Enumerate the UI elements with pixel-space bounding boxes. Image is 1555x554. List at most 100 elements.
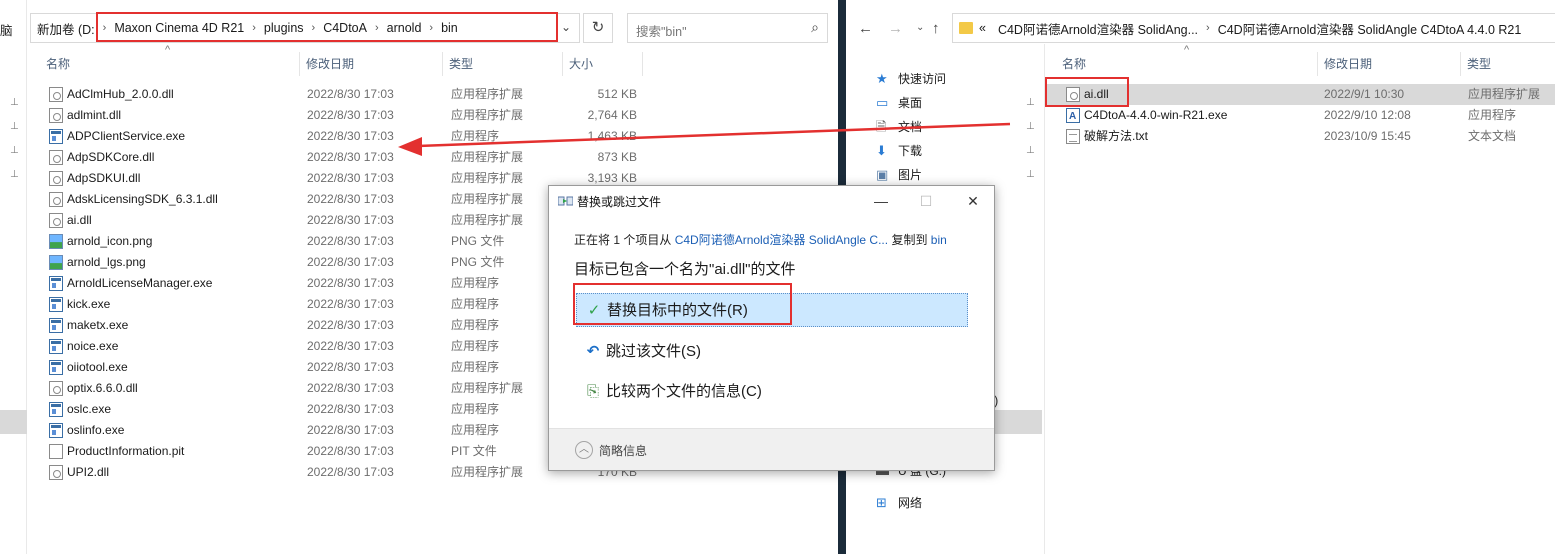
file-size: 873 KB <box>597 150 637 164</box>
chevron-right-icon[interactable]: › <box>101 22 109 34</box>
search-icon[interactable]: ⌕ <box>811 19 819 36</box>
download-icon: ⬇ <box>876 143 887 158</box>
file-name: 破解方法.txt <box>1084 129 1149 143</box>
forward-arrow-icon[interactable]: → <box>888 20 903 37</box>
document-icon: 🗎 <box>876 119 887 134</box>
recent-dropdown-icon[interactable]: ⌄ <box>916 22 924 33</box>
source-folder-link[interactable]: C4D阿诺德Arnold渲染器 SolidAngle C... <box>675 233 888 247</box>
pane-separator <box>1044 44 1045 554</box>
pictures-icon: ▣ <box>876 167 889 182</box>
breadcrumb-drive[interactable]: 新加卷 (D: <box>31 19 101 38</box>
up-arrow-icon[interactable]: ↑ <box>932 20 940 37</box>
file-type: 应用程序 <box>451 297 500 311</box>
breadcrumb-parent[interactable]: C4D阿诺德Arnold渲染器 SolidAng... <box>992 19 1204 38</box>
skip-option-label: 跳过该文件(S) <box>606 343 701 360</box>
chevron-right-icon[interactable]: › <box>250 22 258 34</box>
breadcrumb-arnold[interactable]: arnold <box>381 21 428 35</box>
col-name[interactable]: 名称 <box>1056 52 1318 76</box>
file-date: 2022/8/30 17:03 <box>307 234 394 248</box>
txt-file-icon <box>1066 129 1080 144</box>
file-row[interactable]: C4DtoA-4.4.0-win-R21.exe 2022/9/10 12:08 应… <box>1046 105 1555 127</box>
file-name: oslc.exe <box>67 402 112 416</box>
skip-option[interactable]: ↶ 跳过该文件(S) <box>576 335 968 369</box>
file-type: 应用程序 <box>1468 108 1517 122</box>
file-name: maketx.exe <box>67 318 129 332</box>
search-box[interactable]: 搜索"bin" ⌕ <box>627 13 828 43</box>
pin-icon[interactable]: ⊥ <box>1026 146 1036 156</box>
file-date: 2022/8/30 17:03 <box>307 87 394 101</box>
file-date: 2022/8/30 17:03 <box>307 192 394 206</box>
breadcrumb-maxon[interactable]: Maxon Cinema 4D R21 <box>108 21 250 35</box>
minimize-button[interactable]: — <box>866 189 896 213</box>
dll-file-icon <box>49 465 63 480</box>
destination-folder-link[interactable]: bin <box>931 233 947 247</box>
breadcrumb-prefix[interactable]: « <box>973 21 992 35</box>
file-row[interactable]: 破解方法.txt 2023/10/9 15:45 文本文档 <box>1046 126 1555 147</box>
file-name: ai.dll <box>1084 87 1109 101</box>
file-name: ProductInformation.pit <box>67 444 185 458</box>
replace-option[interactable]: ✓ 替换目标中的文件(R) <box>576 293 968 327</box>
file-date: 2022/8/30 17:03 <box>307 465 394 479</box>
breadcrumb-bin[interactable]: bin <box>435 21 464 35</box>
address-bar[interactable]: « C4D阿诺德Arnold渲染器 SolidAng... › C4D阿诺德Ar… <box>952 13 1555 43</box>
pin-icon[interactable]: ⊥ <box>1026 122 1036 132</box>
file-date: 2022/8/30 17:03 <box>307 402 394 416</box>
file-row[interactable]: ai.dll 2022/9/1 10:30 应用程序扩展 <box>1046 84 1555 105</box>
chevron-right-icon[interactable]: › <box>310 22 318 34</box>
file-type: 应用程序扩展 <box>451 87 524 101</box>
file-type: 应用程序 <box>451 402 500 416</box>
breadcrumb-plugins[interactable]: plugins <box>258 21 310 35</box>
compare-option-label: 比较两个文件的信息(C) <box>606 383 762 400</box>
file-date: 2022/8/30 17:03 <box>307 108 394 122</box>
pin-icon[interactable]: ⊥ <box>1026 98 1036 108</box>
file-date: 2022/8/30 17:03 <box>307 297 394 311</box>
chevron-right-icon[interactable]: › <box>427 22 435 34</box>
col-type[interactable]: 类型 <box>1461 52 1555 76</box>
collapse-chevron-icon[interactable]: ︿ <box>575 441 593 459</box>
file-name: AdpSDKUI.dll <box>67 171 141 185</box>
breadcrumb-current[interactable]: C4D阿诺德Arnold渲染器 SolidAngle C4DtoA 4.4.0 … <box>1212 19 1528 38</box>
copy-files-icon <box>558 196 573 206</box>
file-row[interactable]: adlmint.dll 2022/8/30 17:03 应用程序扩展 2,764 KB <box>0 105 838 126</box>
file-date: 2022/9/1 10:30 <box>1324 87 1405 101</box>
file-type: 应用程序 <box>451 423 500 437</box>
chevron-down-icon[interactable]: ⌄ <box>561 20 571 34</box>
file-type: 应用程序 <box>451 129 500 143</box>
chevron-right-icon[interactable]: › <box>1204 22 1212 34</box>
col-name[interactable]: 名称 <box>40 52 300 76</box>
close-button[interactable]: ✕ <box>958 189 988 213</box>
col-size[interactable]: 大小 <box>563 52 643 76</box>
refresh-button[interactable]: ↻ <box>583 13 613 43</box>
maximize-button[interactable]: ☐ <box>911 189 941 213</box>
file-row[interactable]: AdpSDKCore.dll 2022/8/30 17:03 应用程序扩展 873 K… <box>0 147 838 168</box>
dll-file-icon <box>49 192 63 207</box>
nav-item-label: 网络 <box>898 496 923 510</box>
breadcrumb-c4dtoa[interactable]: C4DtoA <box>317 21 373 35</box>
file-row[interactable]: AdClmHub_2.0.0.dll 2022/8/30 17:03 应用程序扩展 5… <box>0 84 838 105</box>
file-type: 应用程序扩展 <box>451 381 524 395</box>
file-size: 512 KB <box>597 87 637 101</box>
file-date: 2023/10/9 15:45 <box>1324 129 1411 143</box>
col-type[interactable]: 类型 <box>443 52 563 76</box>
col-date[interactable]: 修改日期 <box>300 52 443 76</box>
file-name: arnold_icon.png <box>67 234 153 248</box>
file-row[interactable]: ADPClientService.exe 2022/8/30 17:03 应用程序 1… <box>0 126 838 147</box>
back-arrow-icon[interactable]: ← <box>858 20 873 37</box>
conflict-message: 目标已包含一个名为"ai.dll"的文件 <box>574 261 796 278</box>
file-type: 应用程序扩展 <box>451 465 524 479</box>
fewer-details-label[interactable]: 简略信息 <box>599 442 647 459</box>
dll-file-icon <box>49 108 63 123</box>
pin-icon[interactable]: ⊥ <box>1026 170 1036 180</box>
dialog-footer: ︿ 简略信息 <box>549 428 994 470</box>
file-date: 2022/8/30 17:03 <box>307 381 394 395</box>
file-size: 1,463 KB <box>587 129 637 143</box>
exe-file-icon <box>49 339 63 354</box>
copy-description: 正在将 1 个项目从 C4D阿诺德Arnold渲染器 SolidAngle C.… <box>574 231 947 248</box>
col-date[interactable]: 修改日期 <box>1318 52 1461 76</box>
chevron-right-icon[interactable]: › <box>373 22 381 34</box>
file-name: arnold_lgs.png <box>67 255 146 269</box>
address-bar[interactable]: 新加卷 (D: › Maxon Cinema 4D R21 › plugins … <box>30 13 580 43</box>
file-size: 2,764 KB <box>587 108 637 122</box>
nav-item-label: 下载 <box>898 144 923 158</box>
compare-option[interactable]: ⎘ 比较两个文件的信息(C) <box>576 375 968 409</box>
